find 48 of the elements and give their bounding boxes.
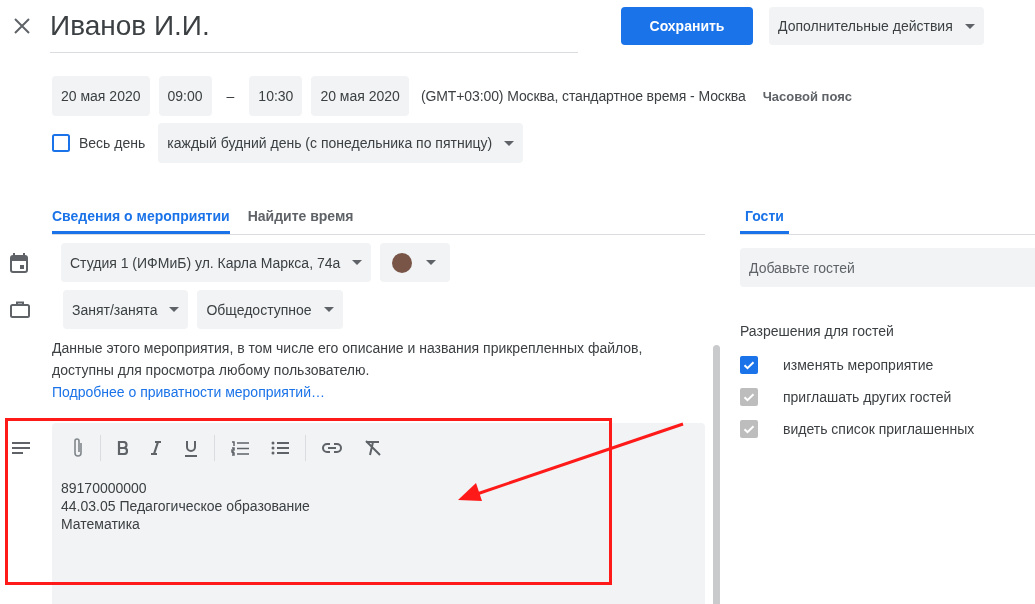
recurrence-dropdown[interactable]: каждый будний день (с понедельника по пятницу) — [158, 123, 524, 163]
close-icon[interactable] — [14, 18, 30, 34]
caret-icon — [352, 260, 363, 265]
start-time-field[interactable]: 09:00 — [158, 76, 212, 116]
link-icon[interactable] — [322, 443, 342, 453]
tab[interactable]: Найдите время — [247, 200, 354, 234]
underline-icon[interactable] — [184, 439, 198, 457]
guests-tab[interactable]: Гости — [740, 200, 789, 234]
numbered-list-icon[interactable] — [231, 440, 249, 456]
tab[interactable]: Сведения о мероприятии — [52, 200, 230, 234]
briefcase-icon — [10, 301, 30, 318]
privacy-note: Данные этого мероприятия, в том числе его описание и названия прикрепленных файлов, доступны для просмотра любому пользователю. — [52, 339, 644, 380]
bullet-list-icon[interactable] — [271, 441, 289, 455]
privacy-link[interactable]: Подробнее о приватности мероприятий… — [52, 384, 325, 400]
caret-icon — [323, 307, 334, 312]
paperclip-icon[interactable] — [72, 437, 84, 459]
caret-icon — [504, 140, 515, 146]
clear-formatting-icon[interactable] — [364, 440, 382, 456]
caret-icon — [964, 23, 975, 29]
start-date-field[interactable]: 20 мая 2020 — [52, 76, 150, 116]
title-field[interactable]: Иванов И.И. — [50, 4, 578, 53]
timezone-button[interactable]: Часовой пояс — [754, 88, 860, 104]
checkbox[interactable] — [740, 356, 758, 374]
end-date-field[interactable]: 20 мая 2020 — [311, 76, 409, 116]
scrollbar[interactable] — [713, 345, 720, 604]
add-guests-field[interactable]: Добавьте гостей — [740, 248, 1035, 287]
calendar-dropdown[interactable]: Студия 1 (ИФМиБ) ул. Карла Маркса, 74а — [61, 243, 372, 282]
permission-label: видеть список приглашенных — [783, 421, 975, 437]
availability-dropdown[interactable]: Занят/занята — [63, 290, 189, 329]
dash-separator: – — [226, 88, 235, 104]
caret-icon — [169, 307, 180, 312]
permission-label: изменять мероприятие — [783, 357, 934, 373]
permissions-heading: Разрешения для гостей — [740, 323, 895, 339]
end-time-field[interactable]: 10:30 — [249, 76, 303, 116]
bold-icon[interactable] — [117, 441, 128, 455]
caret-icon — [426, 260, 437, 265]
save-button[interactable]: Сохранить — [621, 7, 753, 45]
timezone-text: (GMT+03:00) Москва, стандартное время - Москва — [420, 88, 746, 104]
italic-icon[interactable] — [150, 441, 162, 455]
more-actions-dropdown[interactable]: Дополнительные действия — [769, 7, 984, 45]
permission-label: приглашать других гостей — [783, 389, 952, 405]
color-dropdown[interactable] — [380, 243, 451, 282]
checkbox[interactable] — [52, 134, 70, 152]
visibility-dropdown[interactable]: Общедоступное — [197, 290, 343, 329]
all-day-label: Весь день — [79, 135, 146, 151]
calendar-icon — [10, 252, 28, 273]
description-field[interactable]: 89170000000 44.03.05 Педагогическое образование Математика — [52, 461, 705, 533]
notes-icon — [12, 442, 30, 454]
